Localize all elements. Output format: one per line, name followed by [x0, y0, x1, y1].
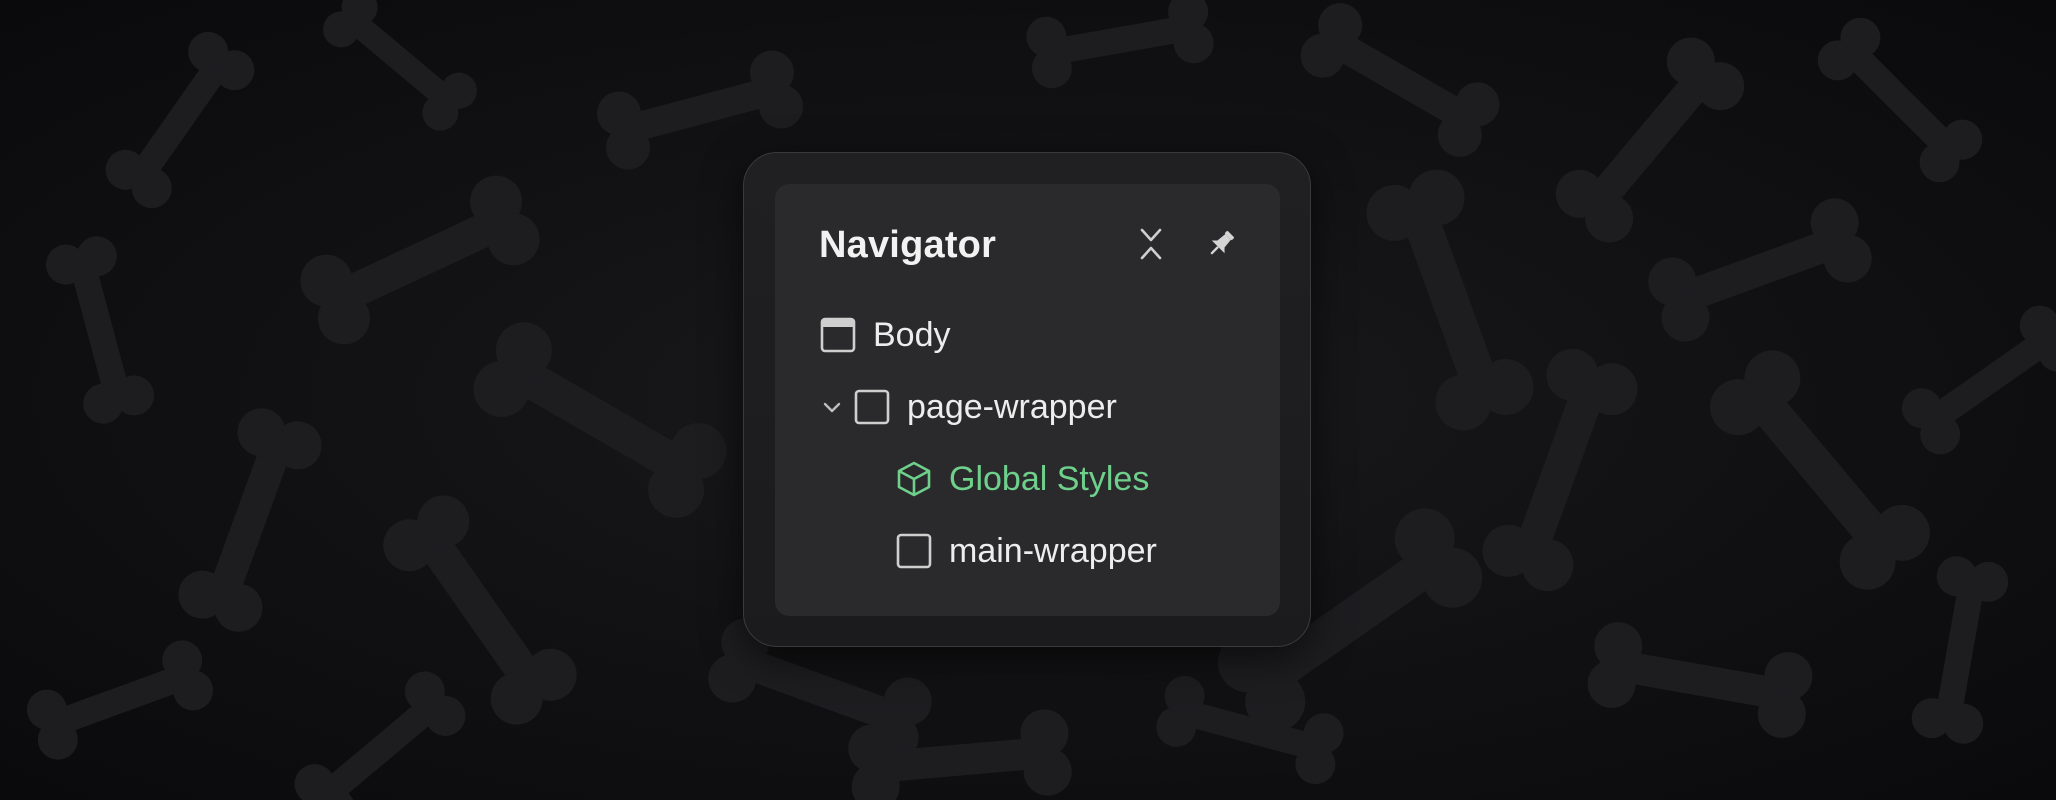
tree-item-main-wrapper[interactable]: main-wrapper [895, 523, 1157, 579]
body-frame-icon [819, 316, 857, 354]
pin-button[interactable] [1199, 222, 1243, 266]
collapse-all-button[interactable] [1129, 222, 1173, 266]
tree-item-label: Body [873, 315, 951, 354]
div-block-icon [853, 388, 891, 426]
component-cube-icon [895, 460, 933, 498]
chevron-down-icon[interactable] [819, 394, 845, 420]
tree-item-global-styles[interactable]: Global Styles [895, 451, 1149, 507]
tree-item-label: main-wrapper [949, 531, 1157, 570]
navigator-panel-body: Navigator Body page-wrapper Global Style… [775, 184, 1280, 616]
navigator-title: Navigator [819, 224, 997, 266]
navigator-panel: Navigator Body page-wrapper Global Style… [743, 152, 1311, 647]
collapse-arrows-icon [1140, 228, 1162, 260]
tree-item-body[interactable]: Body [819, 307, 951, 363]
div-block-icon [895, 532, 933, 570]
navigator-header: Navigator [819, 214, 1249, 274]
tree-item-label: Global Styles [949, 459, 1150, 498]
tree-item-label: page-wrapper [907, 387, 1117, 426]
tree-item-page-wrapper[interactable]: page-wrapper [819, 379, 1117, 435]
pin-icon [1210, 230, 1235, 255]
